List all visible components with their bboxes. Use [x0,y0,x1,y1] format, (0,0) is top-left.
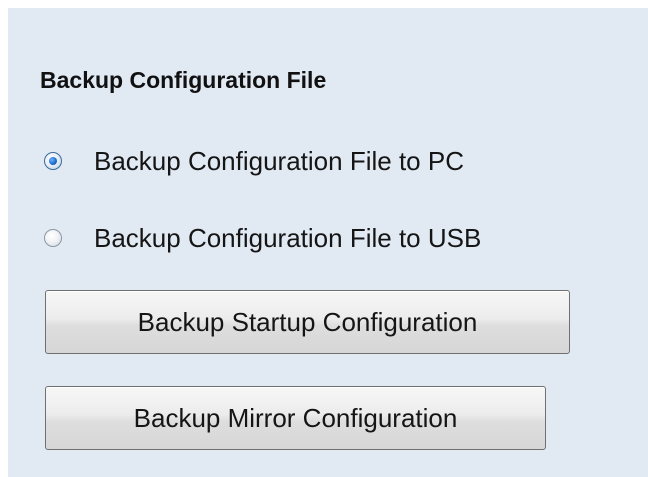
radio-label-usb: Backup Configuration File to USB [94,223,482,253]
radio-option-pc[interactable]: Backup Configuration File to PC [44,144,464,178]
radio-button-pc[interactable] [44,152,62,170]
radio-label-pc: Backup Configuration File to PC [94,146,464,176]
radio-option-usb[interactable]: Backup Configuration File to USB [44,221,481,255]
radio-button-usb[interactable] [44,229,62,247]
backup-startup-configuration-button[interactable]: Backup Startup Configuration [45,290,570,354]
section-title: Backup Configuration File [40,67,327,93]
backup-mirror-configuration-button[interactable]: Backup Mirror Configuration [45,386,546,450]
